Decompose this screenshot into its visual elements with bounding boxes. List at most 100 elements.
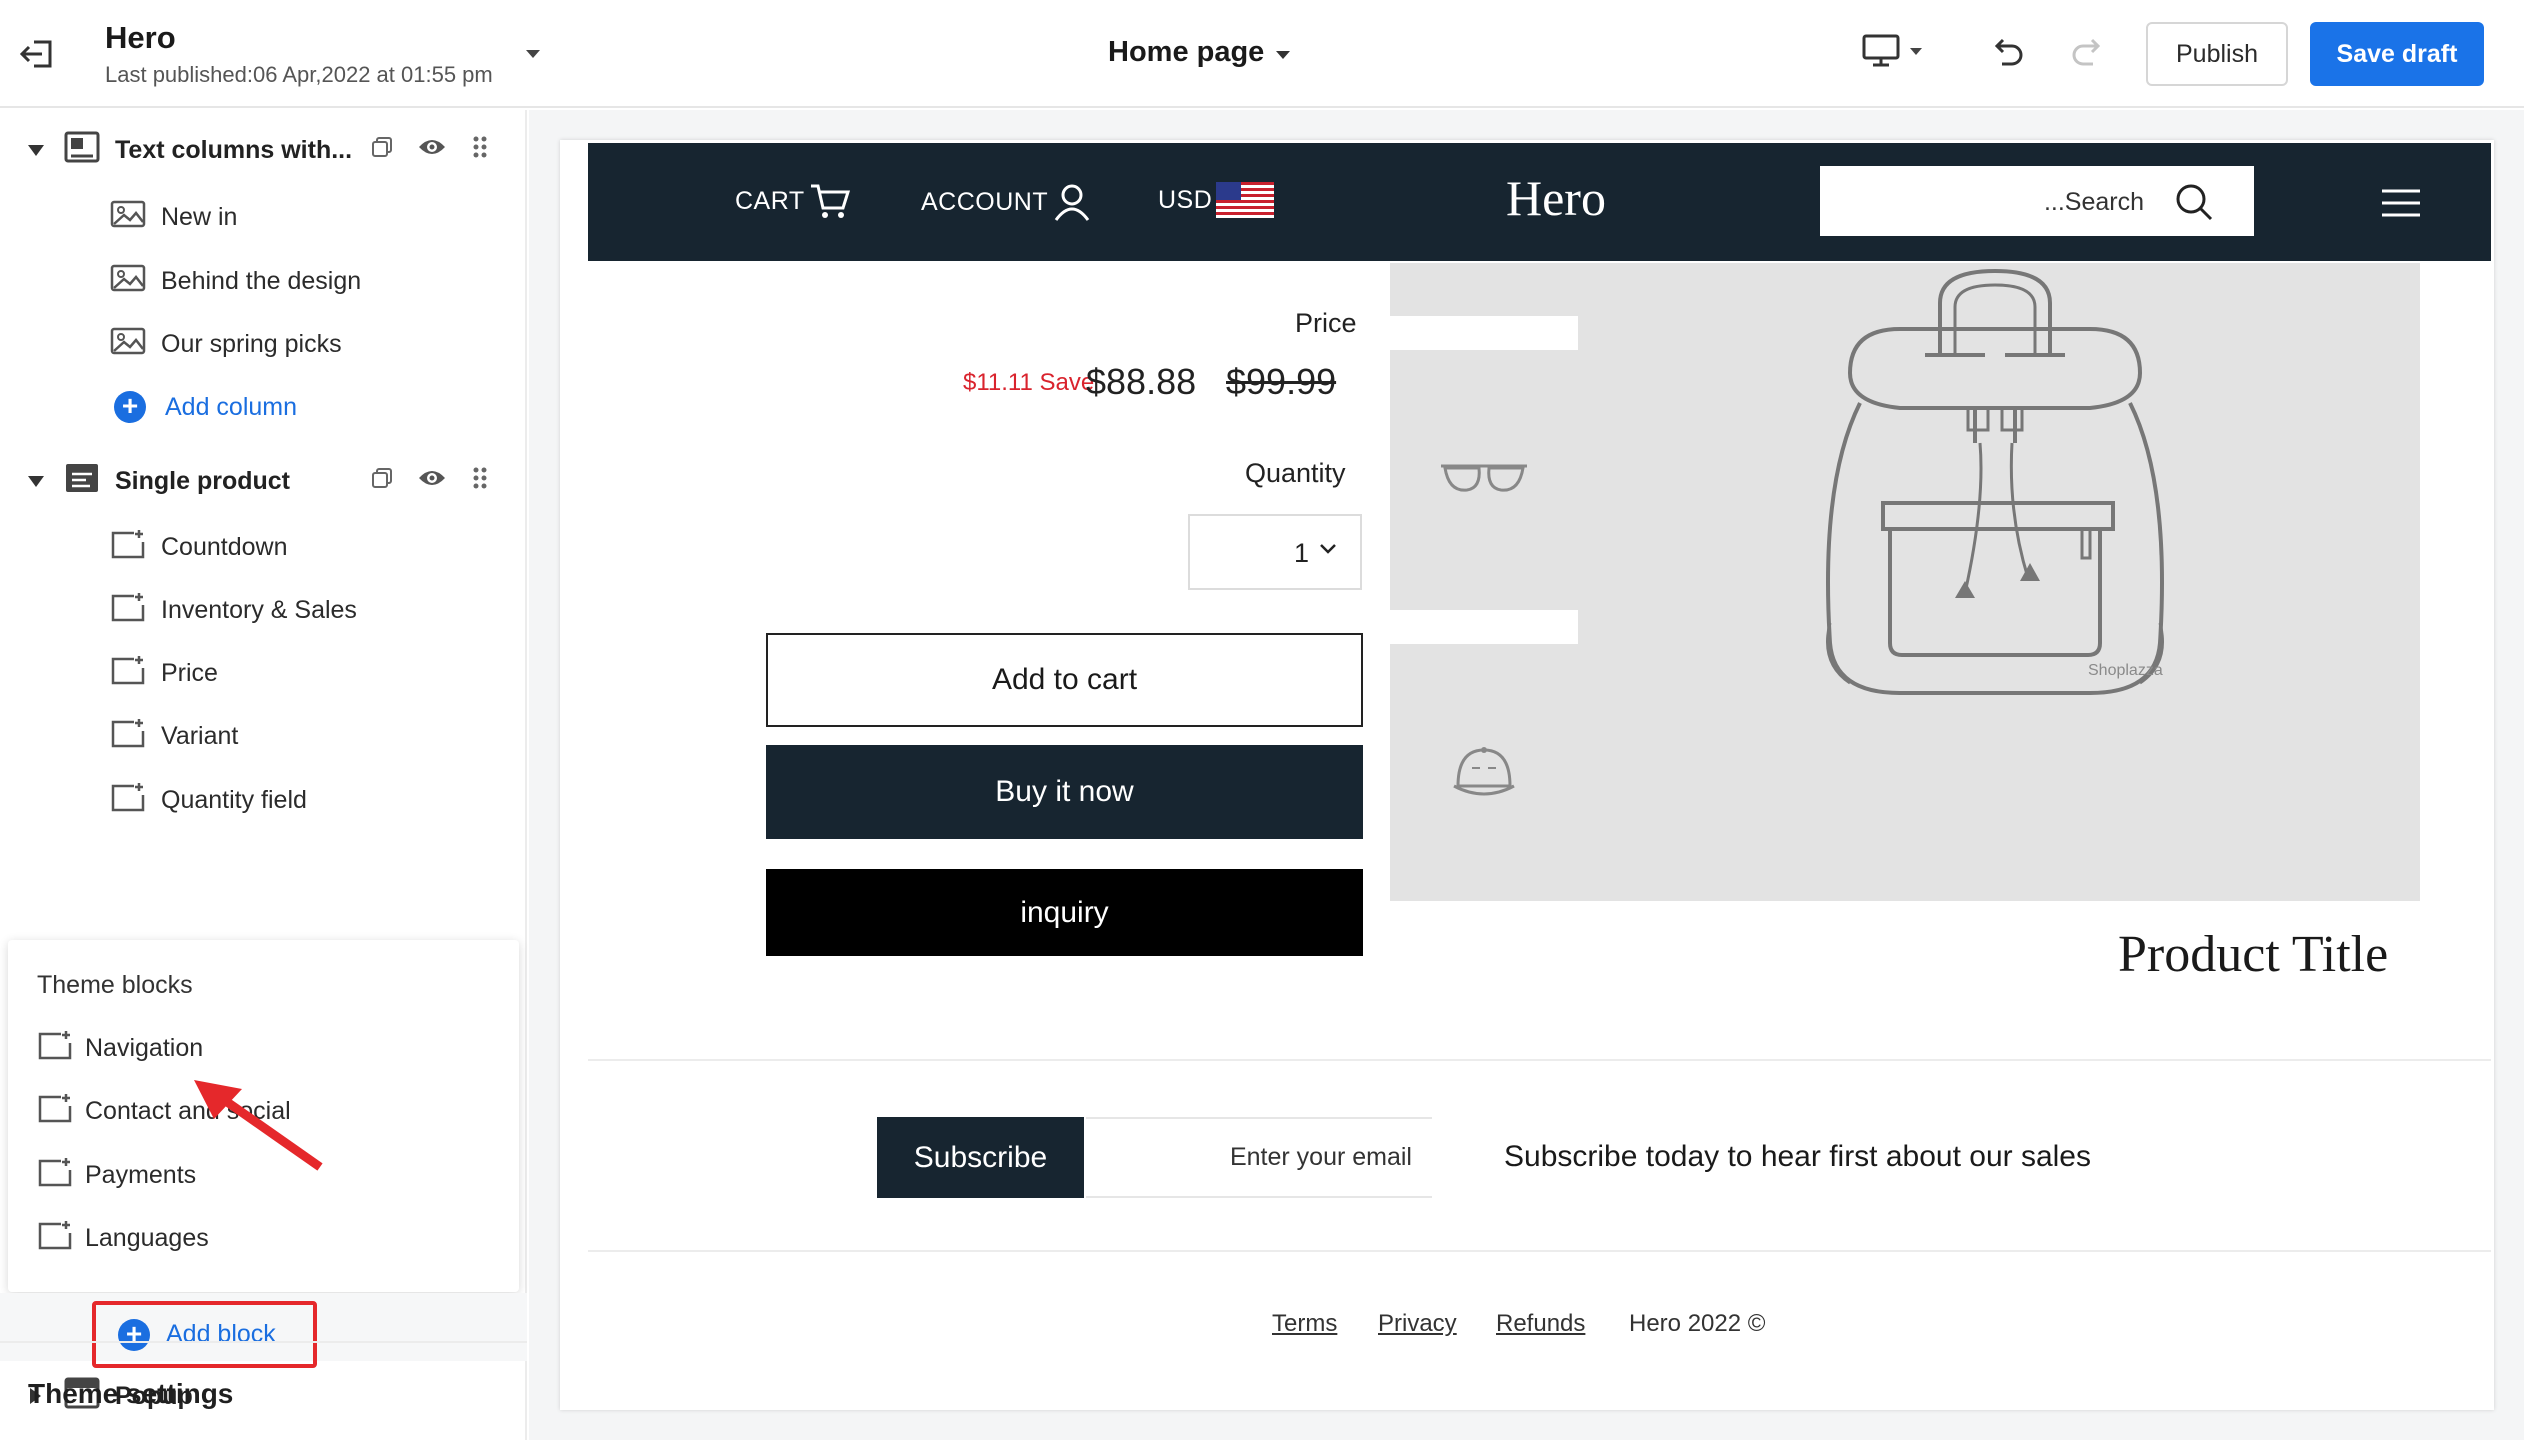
backpack-product-image: Shoplazza (1826, 268, 2164, 695)
section-label: Text columns with... (115, 135, 353, 164)
block-icon (37, 1157, 73, 1194)
block-item[interactable]: Behind the design (0, 251, 527, 311)
chevron-down-icon (1910, 47, 1922, 55)
footer-link-terms[interactable]: Terms (1272, 1310, 1337, 1338)
exit-icon (19, 40, 52, 68)
block-label: Variant (161, 721, 239, 750)
save-draft-button[interactable]: Save draft (2310, 22, 2484, 86)
thumbnail-separator (1390, 610, 1578, 644)
search-icon (2174, 182, 2214, 227)
block-icon (110, 529, 146, 566)
newsletter-text: Subscribe today to hear first about our … (1504, 1140, 2091, 1173)
footer-copyright: Hero 2022 © (1629, 1310, 1766, 1337)
currency-selector[interactable]: USD (1158, 182, 1275, 218)
block-item[interactable]: Countdown (0, 517, 527, 577)
block-label: Our spring picks (161, 329, 342, 358)
page-selector-label: Home page (1108, 36, 1265, 68)
visibility-eye-icon[interactable] (417, 467, 447, 496)
theme-block-option[interactable]: Languages (8, 1209, 519, 1267)
sections-sidebar: Text columns with... New in Behind the d… (0, 110, 527, 1440)
page-selector[interactable]: Home page (1108, 36, 1291, 69)
duplicate-icon[interactable] (370, 135, 394, 166)
image-section-icon (64, 131, 100, 170)
sunglasses-thumbnail-icon[interactable] (1437, 460, 1531, 500)
section-divider (588, 1250, 2491, 1252)
plus-circle-icon: + (114, 391, 146, 423)
visibility-eye-icon[interactable] (417, 136, 447, 165)
store-logo[interactable]: Hero (1506, 169, 1606, 227)
exit-button[interactable] (18, 34, 58, 74)
add-block-button[interactable]: + Add block (92, 1301, 317, 1368)
desktop-icon (1862, 34, 1900, 67)
gallery-gutter (1386, 263, 1390, 901)
block-item[interactable]: Price (0, 643, 527, 703)
store-name: Hero (105, 20, 176, 55)
quantity-select[interactable]: 1 (1188, 514, 1362, 590)
theme-blocks-title: Theme blocks (37, 971, 193, 999)
last-published-text: Last published:06 Apr,2022 at 01:55 pm (105, 62, 493, 87)
add-to-cart-button[interactable]: Add to cart (766, 633, 1363, 727)
add-column-button[interactable]: + Add column (0, 377, 527, 437)
chevron-down-icon (1318, 542, 1338, 561)
redo-icon (2072, 38, 2101, 66)
store-search[interactable]: ...Search (1820, 166, 2254, 236)
theme-block-label: Payments (85, 1160, 197, 1189)
quantity-label: Quantity (1245, 458, 1346, 488)
compare-at-price: $99.99 (1226, 361, 1337, 402)
block-item[interactable]: Our spring picks (0, 314, 527, 374)
drag-handle-icon[interactable] (472, 466, 488, 497)
undo-icon (1994, 38, 2023, 66)
subscribe-button[interactable]: Subscribe (877, 1117, 1084, 1198)
block-item[interactable]: Quantity field (0, 770, 527, 830)
price-label: Price (1295, 308, 1357, 338)
chevron-down-icon (1276, 50, 1291, 59)
section-single-product[interactable]: Single product (0, 451, 527, 511)
search-placeholder: ...Search (2043, 188, 2144, 216)
block-label: New in (161, 202, 238, 231)
inquiry-button[interactable]: inquiry (766, 869, 1363, 956)
block-icon (37, 1093, 73, 1130)
block-item[interactable]: Variant (0, 706, 527, 766)
user-icon (1054, 184, 1090, 221)
theme-block-option[interactable]: Navigation (8, 1019, 519, 1077)
hamburger-menu-icon[interactable] (2380, 188, 2422, 223)
theme-block-label: Navigation (85, 1033, 204, 1062)
image-block-icon (110, 327, 146, 362)
device-switcher[interactable] (1862, 34, 1922, 68)
section-text-columns[interactable]: Text columns with... (0, 120, 527, 180)
editor-topbar: Hero Last published:06 Apr,2022 at 01:55… (0, 0, 2524, 108)
redo-button[interactable] (2067, 34, 2107, 79)
undo-button[interactable] (1988, 34, 2028, 79)
block-label: Inventory & Sales (161, 595, 357, 624)
collapse-triangle-icon[interactable] (28, 144, 44, 156)
section-divider (588, 1059, 2491, 1061)
drag-handle-icon[interactable] (472, 135, 488, 166)
buy-now-button[interactable]: Buy it now (766, 745, 1363, 839)
currency-label: USD (1158, 185, 1213, 214)
block-icon (37, 1030, 73, 1067)
footer-link-refunds[interactable]: Refunds (1496, 1310, 1585, 1338)
add-block-label: Add block (166, 1320, 276, 1348)
us-flag-icon (1216, 182, 1275, 218)
cap-thumbnail-icon[interactable] (1450, 744, 1518, 804)
block-icon (110, 782, 146, 819)
product-title: Product Title (2118, 926, 2389, 983)
block-icon (37, 1220, 73, 1257)
cart-link[interactable]: CART (735, 182, 851, 220)
block-item[interactable]: New in (0, 187, 527, 247)
account-link[interactable]: ACCOUNT (921, 182, 1092, 222)
cart-icon (810, 184, 850, 218)
theme-settings-link[interactable]: Theme settings (28, 1378, 233, 1410)
collapse-triangle-icon[interactable] (28, 475, 44, 487)
footer-link-privacy[interactable]: Privacy (1378, 1310, 1457, 1338)
publish-button[interactable]: Publish (2146, 22, 2288, 86)
cart-label: CART (735, 186, 805, 215)
block-item[interactable]: Inventory & Sales (0, 580, 527, 640)
block-label: Behind the design (161, 266, 362, 295)
block-label: Countdown (161, 532, 288, 561)
store-menu-caret-icon[interactable] (526, 50, 540, 58)
block-icon (110, 655, 146, 692)
email-input[interactable] (1086, 1117, 1432, 1198)
duplicate-icon[interactable] (370, 466, 394, 497)
annotation-arrow-icon (194, 1080, 323, 1171)
